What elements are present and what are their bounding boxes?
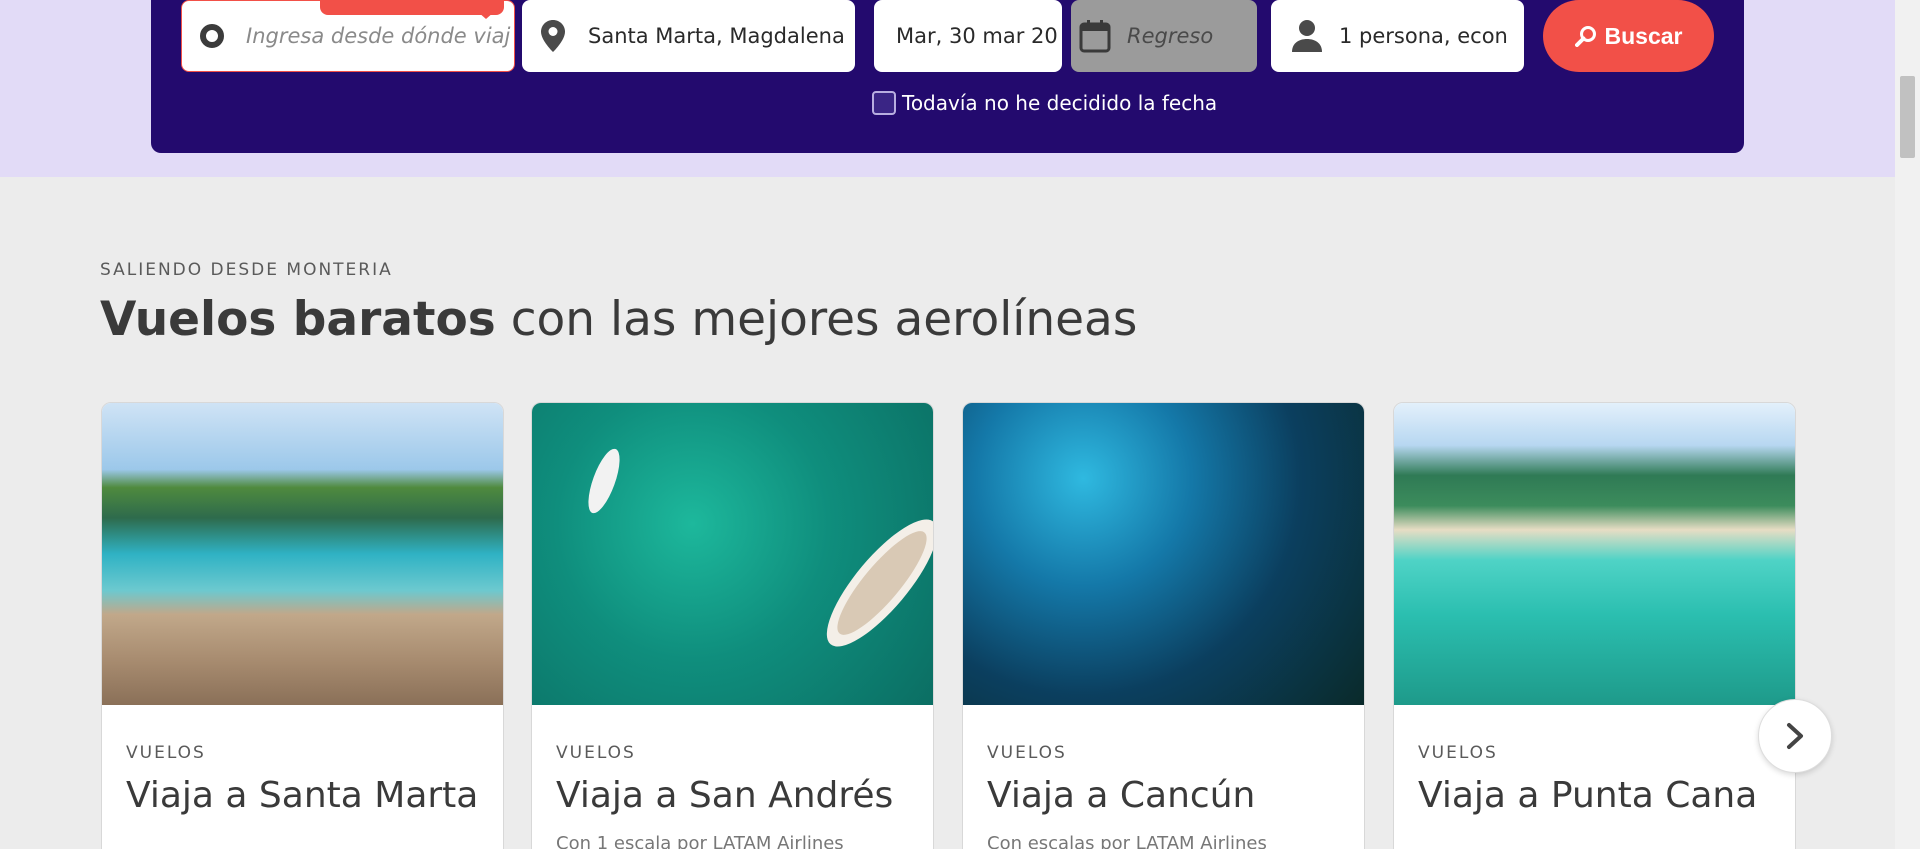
- destination-card[interactable]: VUELOS Viaja a Punta Cana: [1393, 402, 1796, 849]
- depart-date-field[interactable]: Mar, 30 mar 20: [874, 0, 1062, 72]
- card-category: VUELOS: [987, 743, 1067, 763]
- person-icon: [1292, 20, 1322, 52]
- origin-ring-icon: [200, 24, 224, 48]
- card-image[interactable]: [102, 403, 503, 705]
- destination-card[interactable]: VUELOS Viaja a San Andrés Con 1 escala p…: [531, 402, 934, 849]
- origin-field[interactable]: Ingresa desde dónde viaj: [181, 0, 515, 72]
- return-date-field[interactable]: Regreso: [1071, 0, 1257, 72]
- card-image[interactable]: [532, 403, 933, 705]
- search-icon: [1574, 26, 1596, 47]
- undecided-date-option[interactable]: Todavía no he decidido la fecha: [872, 91, 1217, 115]
- card-title[interactable]: Viaja a Cancún: [987, 775, 1255, 816]
- search-button[interactable]: Buscar: [1543, 0, 1714, 72]
- destination-card[interactable]: VUELOS Viaja a Cancún Con escalas por LA…: [962, 402, 1365, 849]
- search-button-label: Buscar: [1604, 22, 1683, 49]
- undecided-date-checkbox[interactable]: [872, 91, 896, 115]
- calendar-icon: [1079, 20, 1111, 53]
- card-category: VUELOS: [556, 743, 636, 763]
- location-pin-icon: [541, 20, 565, 52]
- destination-card[interactable]: VUELOS Viaja a Santa Marta: [101, 402, 504, 849]
- return-date-input[interactable]: Regreso: [1127, 24, 1213, 48]
- card-image[interactable]: [963, 403, 1364, 705]
- destination-field[interactable]: Santa Marta, Magdalena: [522, 0, 855, 72]
- card-category: VUELOS: [1418, 743, 1498, 763]
- depart-date-value[interactable]: Mar, 30 mar 20: [896, 24, 1058, 48]
- card-category: VUELOS: [126, 743, 206, 763]
- headline-rest: con las mejores aerolíneas: [495, 292, 1138, 347]
- card-title[interactable]: Viaja a Santa Marta: [126, 775, 478, 816]
- card-subtitle: Con escalas por LATAM Airlines: [987, 833, 1267, 849]
- page-scrollbar[interactable]: [1895, 0, 1920, 849]
- destination-input[interactable]: Santa Marta, Magdalena: [588, 24, 845, 48]
- passengers-field[interactable]: 1 persona, econ: [1271, 0, 1524, 72]
- card-image[interactable]: [1394, 403, 1795, 705]
- passengers-value[interactable]: 1 persona, econ: [1339, 24, 1508, 48]
- section-headline: Vuelos baratos con las mejores aerolínea…: [100, 292, 1137, 347]
- origin-input[interactable]: Ingresa desde dónde viaj: [246, 24, 510, 48]
- undecided-date-label[interactable]: Todavía no he decidido la fecha: [902, 91, 1217, 115]
- carousel-next-button[interactable]: [1758, 699, 1832, 773]
- card-title[interactable]: Viaja a San Andrés: [556, 775, 893, 816]
- chevron-right-icon: [1787, 723, 1803, 749]
- section-kicker: SALIENDO DESDE MONTERIA: [100, 260, 393, 280]
- card-title[interactable]: Viaja a Punta Cana: [1418, 775, 1757, 816]
- card-subtitle: Con 1 escala por LATAM Airlines: [556, 833, 844, 849]
- origin-field-marker: [320, 1, 504, 19]
- boat-illustration: [588, 448, 933, 647]
- headline-bold: Vuelos baratos: [100, 292, 496, 347]
- scrollbar-thumb[interactable]: [1900, 76, 1915, 158]
